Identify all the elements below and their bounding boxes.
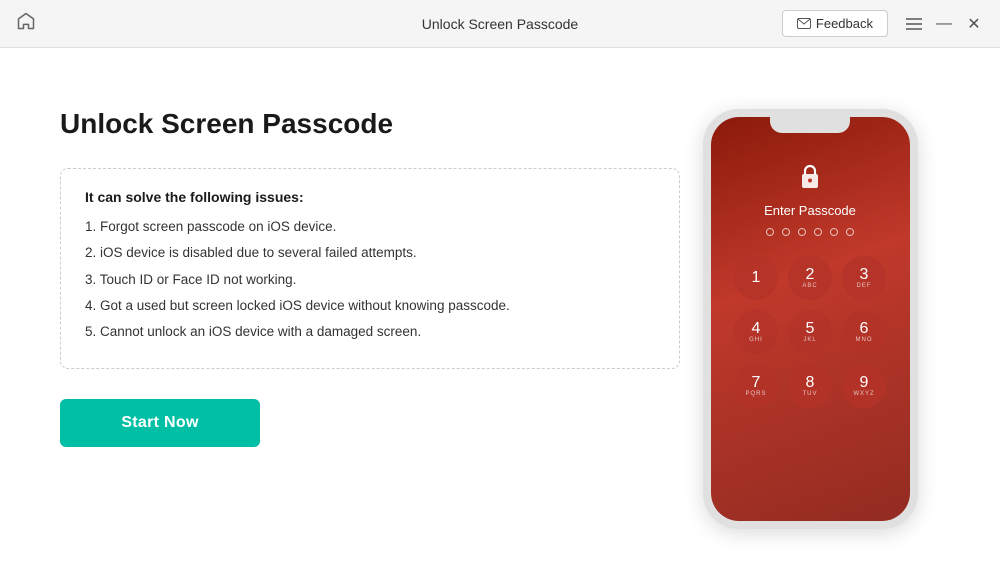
passcode-dot	[830, 228, 838, 236]
titlebar: Unlock Screen Passcode Feedback — ✕	[0, 0, 1000, 48]
close-button[interactable]: ✕	[964, 14, 984, 34]
numpad: 12ABC3DEF 4GHI5JKL6MNO 7PQRS8TUV9WXYZ	[720, 256, 900, 408]
issues-box: It can solve the following issues: 1. Fo…	[60, 168, 680, 369]
menu-button[interactable]	[904, 14, 924, 34]
numpad-button[interactable]: 2ABC	[788, 256, 832, 300]
right-panel: Enter Passcode 12ABC3DEF 4GHI5JKL6MNO 7PQR…	[680, 88, 940, 540]
enter-passcode-text: Enter Passcode	[764, 203, 856, 218]
numpad-button[interactable]: 9WXYZ	[842, 364, 886, 408]
passcode-dot	[814, 228, 822, 236]
numpad-button[interactable]: 7PQRS	[734, 364, 778, 408]
list-item: 3. Touch ID or Face ID not working.	[85, 270, 655, 290]
numpad-button[interactable]: 5JKL	[788, 310, 832, 354]
minimize-button[interactable]: —	[934, 14, 954, 34]
numpad-button[interactable]: 6MNO	[842, 310, 886, 354]
app-title: Unlock Screen Passcode	[422, 16, 578, 32]
page-title: Unlock Screen Passcode	[60, 108, 680, 140]
issues-heading: It can solve the following issues:	[85, 189, 655, 205]
issues-list: 1. Forgot screen passcode on iOS device.…	[85, 217, 655, 342]
list-item: 4. Got a used but screen locked iOS devi…	[85, 296, 655, 316]
passcode-dot	[798, 228, 806, 236]
numpad-button[interactable]: 8TUV	[788, 364, 832, 408]
phone-screen: Enter Passcode 12ABC3DEF 4GHI5JKL6MNO 7PQR…	[711, 117, 910, 521]
main-content: Unlock Screen Passcode It can solve the …	[0, 48, 1000, 580]
hamburger-icon	[906, 18, 922, 30]
feedback-button[interactable]: Feedback	[782, 10, 888, 37]
home-icon[interactable]	[16, 11, 36, 36]
passcode-dot	[782, 228, 790, 236]
list-item: 1. Forgot screen passcode on iOS device.	[85, 217, 655, 237]
list-item: 2. iOS device is disabled due to several…	[85, 243, 655, 263]
phone-notch	[770, 117, 850, 133]
numpad-button[interactable]: 1	[734, 256, 778, 300]
numpad-button[interactable]: 3DEF	[842, 256, 886, 300]
lock-icon	[799, 163, 821, 195]
start-now-button[interactable]: Start Now	[60, 399, 260, 447]
passcode-dots	[766, 228, 854, 236]
passcode-dot	[766, 228, 774, 236]
window-controls: — ✕	[904, 14, 984, 34]
mail-icon	[797, 18, 811, 29]
list-item: 5. Cannot unlock an iOS device with a da…	[85, 322, 655, 342]
passcode-dot	[846, 228, 854, 236]
left-panel: Unlock Screen Passcode It can solve the …	[60, 88, 680, 540]
numpad-button[interactable]: 4GHI	[734, 310, 778, 354]
phone-mockup: Enter Passcode 12ABC3DEF 4GHI5JKL6MNO 7PQR…	[703, 109, 918, 529]
